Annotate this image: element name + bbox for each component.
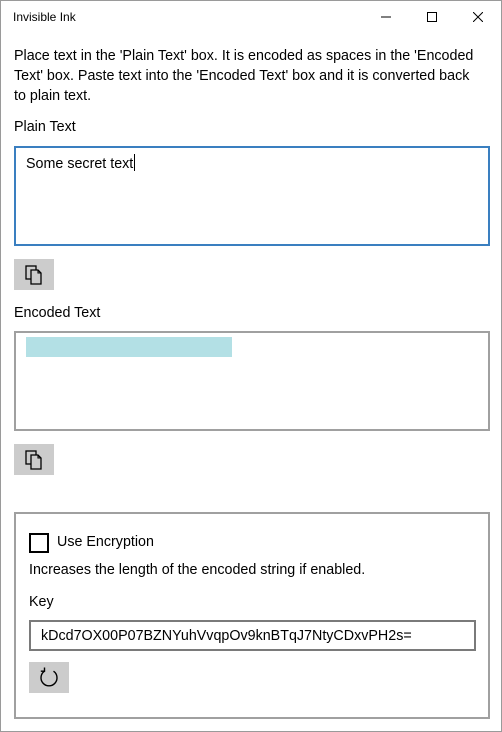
copy-encoded-button[interactable] bbox=[14, 444, 54, 475]
minimize-icon bbox=[381, 16, 391, 17]
maximize-button[interactable] bbox=[409, 1, 455, 32]
plain-text-value: Some secret text bbox=[26, 154, 136, 172]
instructions-text: Place text in the 'Plain Text' box. It i… bbox=[14, 48, 474, 104]
close-icon bbox=[473, 11, 483, 22]
encryption-hint: Increases the length of the encoded stri… bbox=[29, 562, 366, 578]
use-encryption-checkbox[interactable] bbox=[29, 533, 49, 553]
key-label: Key bbox=[29, 594, 54, 610]
app-window: Invisible Ink Place text in the 'Plain T… bbox=[0, 0, 502, 732]
encoded-text-label: Encoded Text bbox=[14, 305, 101, 321]
encryption-group: Use Encryption Increases the length of t… bbox=[14, 512, 490, 719]
plain-text-label: Plain Text bbox=[14, 119, 76, 135]
maximize-icon bbox=[427, 11, 437, 22]
use-encryption-label[interactable]: Use Encryption bbox=[57, 534, 154, 550]
copy-icon bbox=[25, 264, 42, 285]
minimize-button[interactable] bbox=[363, 1, 409, 32]
plain-text-input[interactable]: Some secret text bbox=[14, 146, 490, 246]
refresh-icon bbox=[40, 667, 58, 687]
text-caret bbox=[134, 154, 136, 171]
encoded-text-input[interactable] bbox=[14, 331, 490, 431]
title-bar[interactable]: Invisible Ink bbox=[1, 1, 501, 32]
window-title: Invisible Ink bbox=[13, 10, 76, 24]
encoded-selection-highlight bbox=[26, 337, 232, 357]
copy-icon bbox=[25, 449, 42, 470]
regenerate-key-button[interactable] bbox=[29, 662, 69, 693]
key-input[interactable] bbox=[29, 620, 476, 651]
close-button[interactable] bbox=[455, 1, 501, 32]
copy-plain-button[interactable] bbox=[14, 259, 54, 290]
